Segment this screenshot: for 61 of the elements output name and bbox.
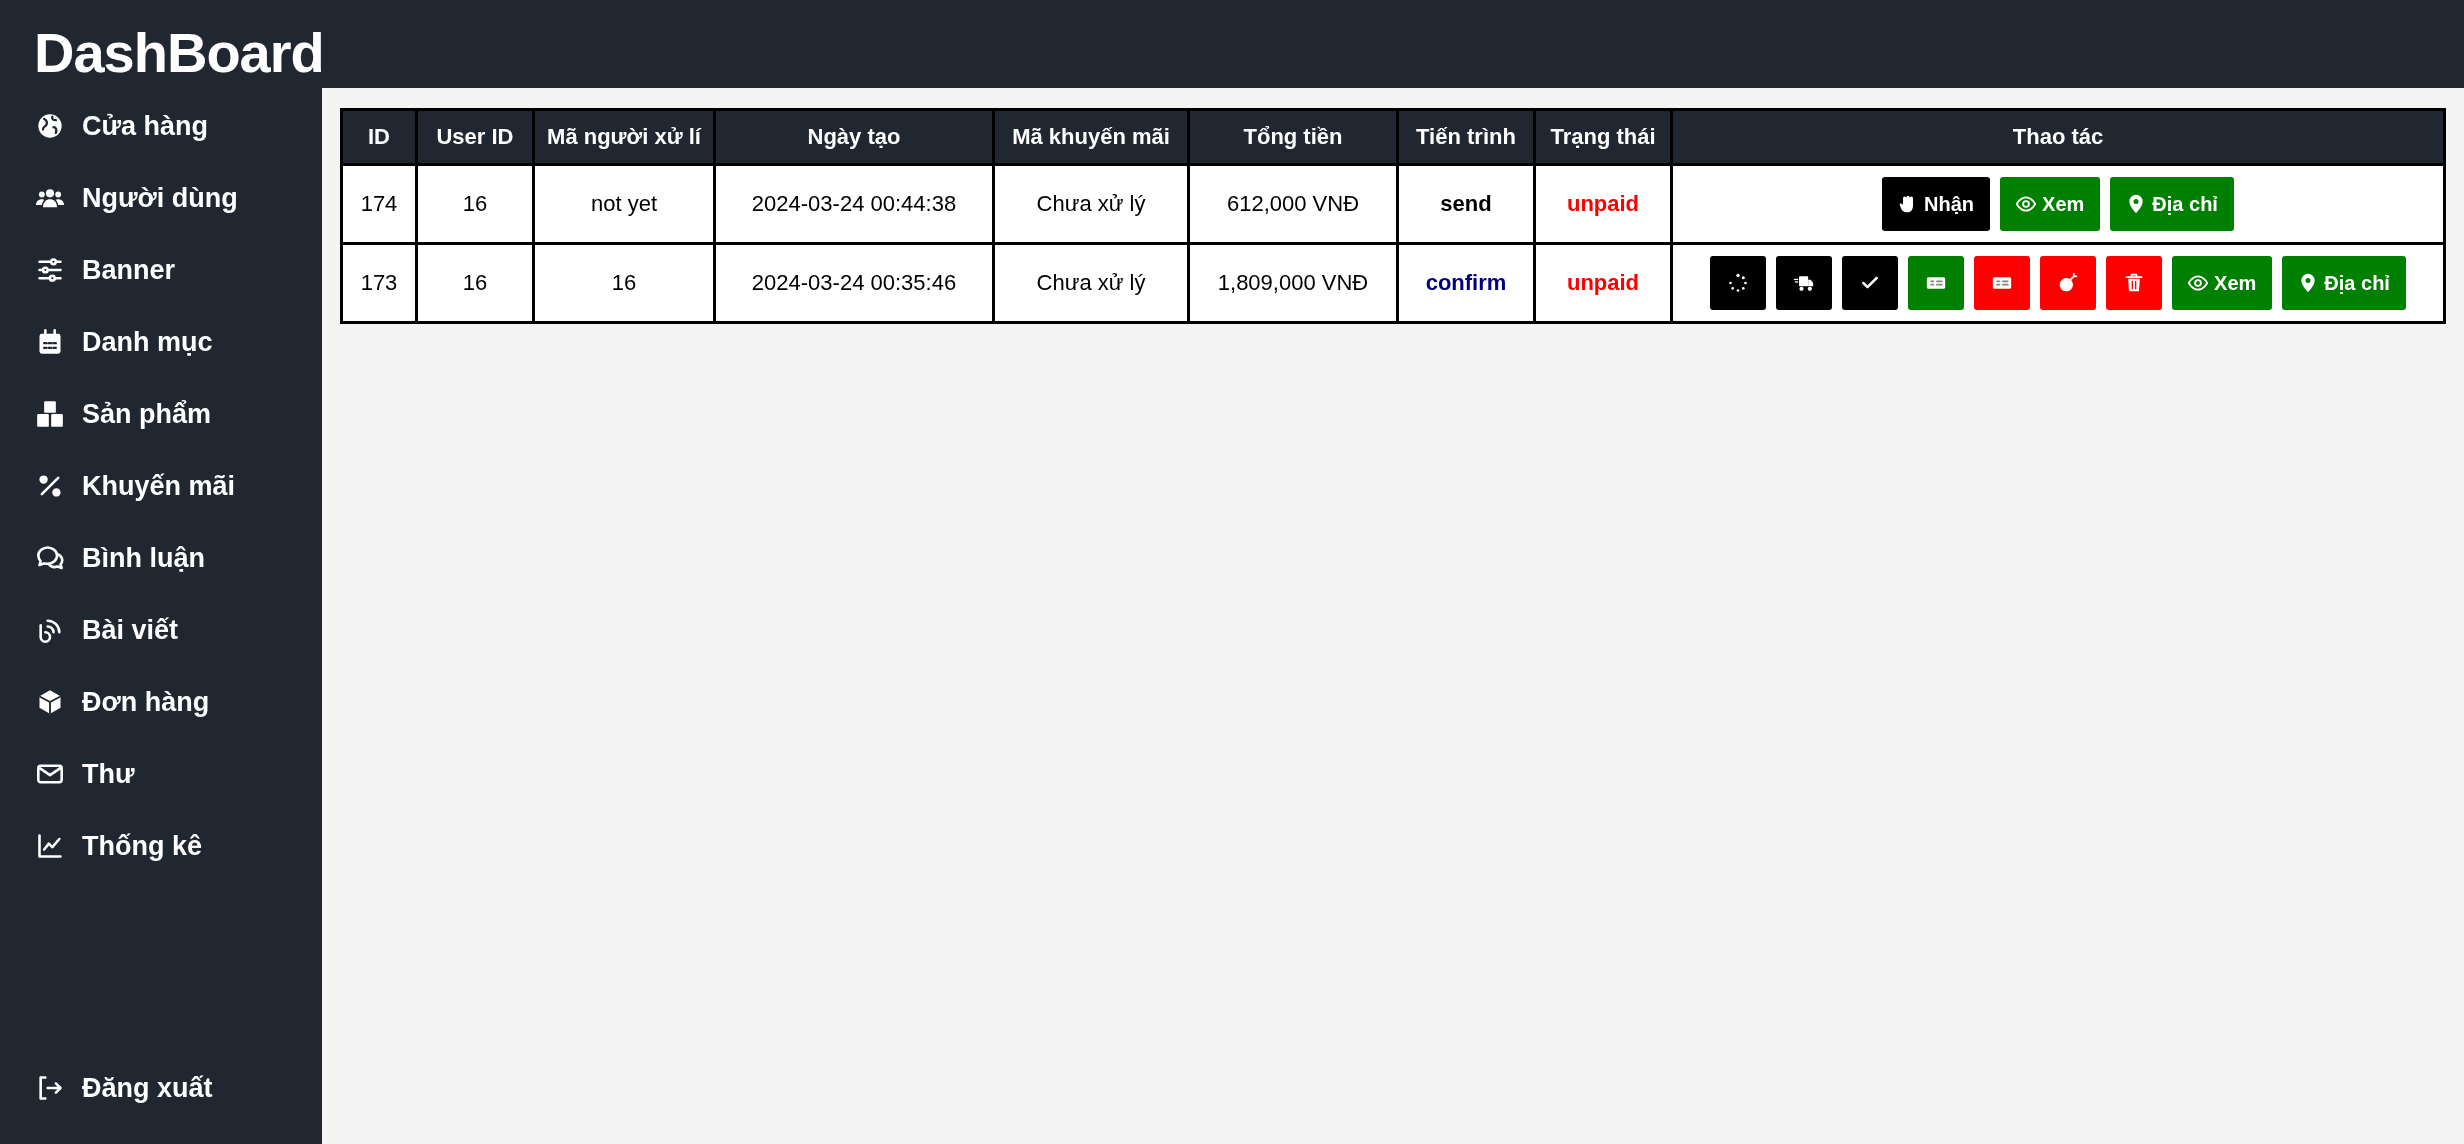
column-header: ID bbox=[341, 109, 417, 165]
spinner-icon bbox=[1728, 273, 1749, 293]
trash-icon bbox=[2124, 273, 2145, 293]
sidebar-item[interactable]: Banner bbox=[0, 244, 322, 296]
column-header: User ID bbox=[416, 109, 534, 165]
icon-button[interactable] bbox=[1842, 256, 1899, 310]
date-cell: 2024-03-24 00:35:46 bbox=[714, 243, 994, 323]
id-cell: 173 bbox=[341, 243, 417, 323]
globe-icon bbox=[36, 112, 64, 140]
user-id-cell: 16 bbox=[416, 243, 534, 323]
sidebar-item[interactable]: Cửa hàng bbox=[0, 100, 322, 152]
eye-icon bbox=[2188, 273, 2209, 293]
eye-icon bbox=[2016, 194, 2037, 214]
column-header: Tổng tiền bbox=[1188, 109, 1398, 165]
cube-icon bbox=[36, 688, 64, 716]
sidebar-item[interactable]: Khuyến mãi bbox=[0, 460, 322, 512]
column-header: Mã người xử lí bbox=[533, 109, 715, 165]
sidebar-item[interactable]: Thống kê bbox=[0, 820, 322, 872]
truck-icon bbox=[1794, 273, 1815, 293]
total-cell: 1,809,000 VNĐ bbox=[1188, 243, 1398, 323]
percent-icon bbox=[36, 472, 64, 500]
dashboard-title: DashBoard bbox=[33, 20, 322, 86]
sidebar-item[interactable]: Đơn hàng bbox=[0, 676, 322, 728]
total-cell: 612,000 VNĐ bbox=[1188, 164, 1398, 244]
sidebar-item[interactable]: Bình luận bbox=[0, 532, 322, 584]
promo-cell: Chưa xử lý bbox=[993, 243, 1189, 323]
process-cell: confirm bbox=[1397, 243, 1535, 323]
status-cell: unpaid bbox=[1534, 164, 1672, 244]
id-cell: 174 bbox=[341, 164, 417, 244]
user-id-cell: 16 bbox=[416, 164, 534, 244]
sidebar-item[interactable]: Sản phẩm bbox=[0, 388, 322, 440]
sidebar-item[interactable]: Thư bbox=[0, 748, 322, 800]
column-header: Ngày tạo bbox=[714, 109, 994, 165]
action-button[interactable]: Nhận bbox=[1882, 177, 1991, 231]
sidebar-item[interactable]: Danh mục bbox=[0, 316, 322, 368]
action-button[interactable]: Xem bbox=[2000, 177, 2101, 231]
logout-icon bbox=[36, 1074, 64, 1102]
status-cell: unpaid bbox=[1534, 243, 1672, 323]
column-header: Mã khuyến mãi bbox=[993, 109, 1189, 165]
column-header: Thao tác bbox=[1671, 109, 2445, 165]
action-button[interactable]: Địa chỉ bbox=[2110, 177, 2234, 231]
bomb-icon bbox=[2058, 273, 2079, 293]
sidebar-item[interactable]: Người dùng bbox=[0, 172, 322, 224]
action-button[interactable]: Xem bbox=[2172, 256, 2273, 310]
icon-button[interactable] bbox=[1776, 256, 1833, 310]
boxes-icon bbox=[36, 400, 64, 428]
line-chart-icon bbox=[36, 832, 64, 860]
date-cell: 2024-03-24 00:44:38 bbox=[714, 164, 994, 244]
action-button[interactable]: Địa chỉ bbox=[2282, 256, 2406, 310]
chat-bubbles-icon bbox=[36, 544, 64, 572]
feed-icon bbox=[36, 616, 64, 644]
icon-button[interactable] bbox=[1710, 256, 1767, 310]
process-cell: send bbox=[1397, 164, 1535, 244]
handler-cell: 16 bbox=[533, 243, 715, 323]
promo-cell: Chưa xử lý bbox=[993, 164, 1189, 244]
column-header: Trạng thái bbox=[1534, 109, 1672, 165]
handler-cell: not yet bbox=[533, 164, 715, 244]
column-header: Tiến trình bbox=[1397, 109, 1535, 165]
sidebar-item[interactable]: Bài viết bbox=[0, 604, 322, 656]
logout-link[interactable]: Đăng xuất bbox=[0, 1062, 322, 1114]
sliders-icon bbox=[36, 256, 64, 284]
